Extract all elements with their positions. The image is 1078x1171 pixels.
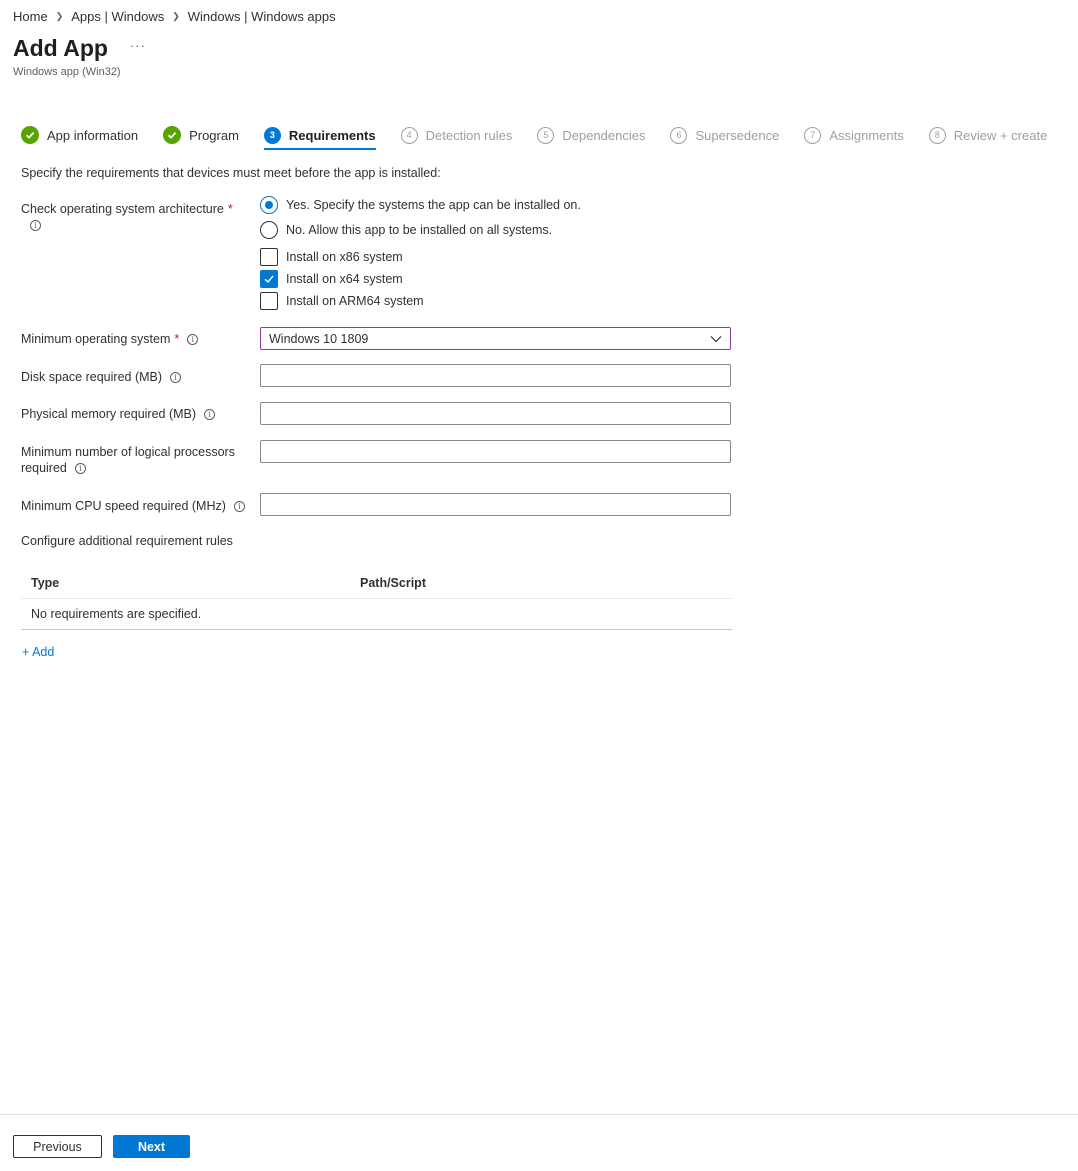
- min-os-value: Windows 10 1809: [269, 331, 369, 346]
- checkbox-checked-icon: [260, 270, 278, 288]
- cpu-speed-label: Minimum CPU speed required (MHz) i: [21, 498, 245, 514]
- step-label: Detection rules: [425, 127, 513, 143]
- step-label: Assignments: [829, 127, 904, 143]
- page-title: Add App: [13, 35, 108, 61]
- breadcrumb: Home ❯ Apps | Windows ❯ Windows | Window…: [13, 9, 336, 24]
- min-os-dropdown[interactable]: Windows 10 1809: [260, 327, 731, 350]
- previous-button[interactable]: Previous: [13, 1135, 102, 1158]
- radio-label: No. Allow this app to be installed on al…: [286, 223, 553, 237]
- breadcrumb-apps-windows[interactable]: Apps | Windows: [71, 9, 164, 24]
- radio-selected-icon: [260, 196, 278, 214]
- step-number-icon: 3: [263, 126, 281, 144]
- breadcrumb-home[interactable]: Home: [13, 9, 48, 24]
- min-os-label: Minimum operating system * i: [21, 331, 199, 347]
- processors-input[interactable]: [260, 440, 731, 463]
- additional-rules-label: Configure additional requirement rules: [21, 534, 233, 548]
- add-requirement-link[interactable]: + Add: [22, 645, 54, 659]
- checkbox-x64[interactable]: Install on x64 system: [260, 270, 403, 288]
- info-icon[interactable]: i: [204, 409, 216, 421]
- next-button[interactable]: Next: [113, 1135, 190, 1158]
- step-dependencies[interactable]: 5 Dependencies: [537, 124, 645, 146]
- processors-label-line1: Minimum number of logical processors: [21, 445, 235, 459]
- chevron-right-icon: ❯: [55, 11, 64, 21]
- chevron-right-icon: ❯: [172, 11, 180, 21]
- step-label: Requirements: [288, 127, 376, 143]
- checkbox-arm64[interactable]: Install on ARM64 system: [260, 292, 424, 310]
- requirements-intro: Specify the requirements that devices mu…: [21, 166, 441, 180]
- page-subtitle: Windows app (Win32): [13, 66, 121, 78]
- column-header-path-script[interactable]: Path/Script: [360, 576, 426, 590]
- step-review-create[interactable]: 8 Review + create: [928, 124, 1048, 146]
- memory-input[interactable]: [260, 402, 731, 425]
- chevron-down-icon: [710, 332, 722, 346]
- checkmark-circle-icon: [21, 126, 39, 144]
- step-program[interactable]: Program: [163, 124, 239, 146]
- arch-label: Check operating system architecture * i: [21, 201, 233, 233]
- radio-unselected-icon: [260, 221, 278, 239]
- checkbox-label: Install on ARM64 system: [286, 294, 424, 308]
- breadcrumb-windows-apps[interactable]: Windows | Windows apps: [188, 9, 336, 24]
- info-icon[interactable]: i: [233, 501, 245, 513]
- step-label: App information: [47, 127, 139, 143]
- min-os-label-text: Minimum operating system: [21, 332, 171, 346]
- cpu-speed-input[interactable]: [260, 493, 731, 516]
- required-asterisk: *: [227, 202, 233, 216]
- table-header: Type Path/Script: [21, 568, 732, 599]
- checkbox-x86[interactable]: Install on x86 system: [260, 248, 403, 266]
- disk-space-label-text: Disk space required (MB): [21, 370, 163, 384]
- empty-table-message: No requirements are specified.: [21, 599, 732, 630]
- radio-label: Yes. Specify the systems the app can be …: [286, 198, 581, 212]
- step-assignments[interactable]: 7 Assignments: [804, 124, 904, 146]
- info-icon[interactable]: i: [170, 372, 182, 384]
- arch-label-text: Check operating system architecture: [21, 202, 224, 216]
- checkmark-circle-icon: [163, 126, 182, 144]
- disk-space-input[interactable]: [260, 364, 731, 387]
- required-asterisk: *: [174, 332, 180, 346]
- processors-label-line2: required: [21, 461, 67, 475]
- step-number-icon: 8: [928, 126, 946, 144]
- checkbox-label: Install on x64 system: [286, 272, 403, 286]
- arch-option-yes[interactable]: Yes. Specify the systems the app can be …: [260, 196, 581, 214]
- checkbox-label: Install on x86 system: [286, 250, 403, 264]
- step-number-icon: 4: [400, 126, 418, 144]
- cpu-speed-label-text: Minimum CPU speed required (MHz): [21, 499, 226, 513]
- checkbox-unchecked-icon: [260, 248, 278, 266]
- wizard-steps: App information Program 3 Requirements 4…: [21, 124, 1072, 150]
- step-number-icon: 7: [804, 126, 822, 144]
- footer-divider: [0, 1114, 1078, 1115]
- step-app-information[interactable]: App information: [21, 124, 138, 146]
- checkbox-unchecked-icon: [260, 292, 278, 310]
- info-icon[interactable]: i: [74, 463, 86, 475]
- processors-label: Minimum number of logical processors req…: [21, 444, 235, 476]
- step-number-icon: 5: [537, 126, 555, 144]
- memory-label: Physical memory required (MB) i: [21, 406, 216, 422]
- step-label: Supersedence: [695, 127, 780, 143]
- step-requirements[interactable]: 3 Requirements: [263, 124, 376, 150]
- more-options-button[interactable]: ···: [130, 38, 146, 53]
- step-number-icon: 6: [670, 126, 688, 144]
- step-supersedence[interactable]: 6 Supersedence: [670, 124, 779, 146]
- info-icon[interactable]: i: [30, 220, 41, 232]
- step-label: Review + create: [953, 127, 1048, 143]
- step-label: Program: [189, 127, 239, 143]
- arch-option-no[interactable]: No. Allow this app to be installed on al…: [260, 221, 552, 239]
- column-header-type[interactable]: Type: [21, 576, 360, 590]
- step-label: Dependencies: [562, 127, 646, 143]
- info-icon[interactable]: i: [187, 334, 199, 346]
- memory-label-text: Physical memory required (MB): [21, 407, 197, 421]
- requirement-rules-table: Type Path/Script No requirements are spe…: [21, 568, 732, 630]
- disk-space-label: Disk space required (MB) i: [21, 369, 182, 385]
- step-detection-rules[interactable]: 4 Detection rules: [400, 124, 513, 146]
- title-row: Add App ···: [13, 35, 146, 62]
